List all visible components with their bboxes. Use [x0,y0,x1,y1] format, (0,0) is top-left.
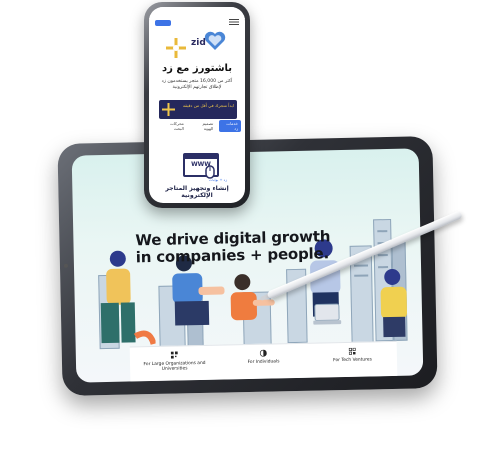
zid-logo-icon [166,38,186,58]
laptop-illustration [313,303,342,325]
phone-subtitle: أكثر من 16,000 متجر يستخدمون زد لإطلاق ت… [161,79,233,90]
tab-zid-services[interactable]: خدمات زد [219,120,241,132]
card-label: For Tech Ventures [333,357,372,364]
phone-tabs: خدمات زد تصميم الهوية محركات البحث [157,120,241,132]
phone-screen: zid باشتورز مع زد أكثر من 16,000 متجر يس… [149,7,245,203]
phone-footer-small: زد + بوابات [209,178,227,182]
heart-icon [204,31,226,50]
tab-search-engines[interactable]: محركات البحث [157,120,187,132]
card-individuals[interactable]: For Individuals [219,344,309,380]
person-illustration [380,268,408,338]
card-label: For Large Organizations and Universities [143,360,206,372]
card-large-organizations[interactable]: For Large Organizations and Universities [130,346,220,382]
mouse-icon [205,165,215,179]
phone-title: باشتورز مع زد [161,63,233,74]
qr-icon [170,351,178,359]
card-tech-ventures[interactable]: For Tech Ventures [308,342,398,378]
phone-device: zid باشتورز مع زد أكثر من 16,000 متجر يس… [144,2,250,208]
person-illustration [230,274,275,321]
banner-text: ابدأ متجرك في أقل من دقيقة [182,103,234,108]
hero-headline: We drive digital growth in companies + p… [135,227,330,266]
tablet-camera [63,263,68,268]
card-label: For Individuals [247,359,280,366]
half-circle-icon [259,349,267,357]
phone-status-bar [149,7,245,19]
zid-logo-icon [162,103,175,116]
tab-identity-design[interactable]: تصميم الهوية [190,120,216,132]
menu-icon[interactable] [229,19,239,25]
audience-cards: For Large Organizations and Universities… [129,340,398,382]
phone-header-button[interactable] [155,20,171,26]
phone-banner[interactable]: ابدأ متجرك في أقل من دقيقة [159,100,237,119]
grid-icon [348,347,356,355]
phone-footer-heading: إنشاء وتجهيز المتاجر الإلكترونية [165,185,229,199]
